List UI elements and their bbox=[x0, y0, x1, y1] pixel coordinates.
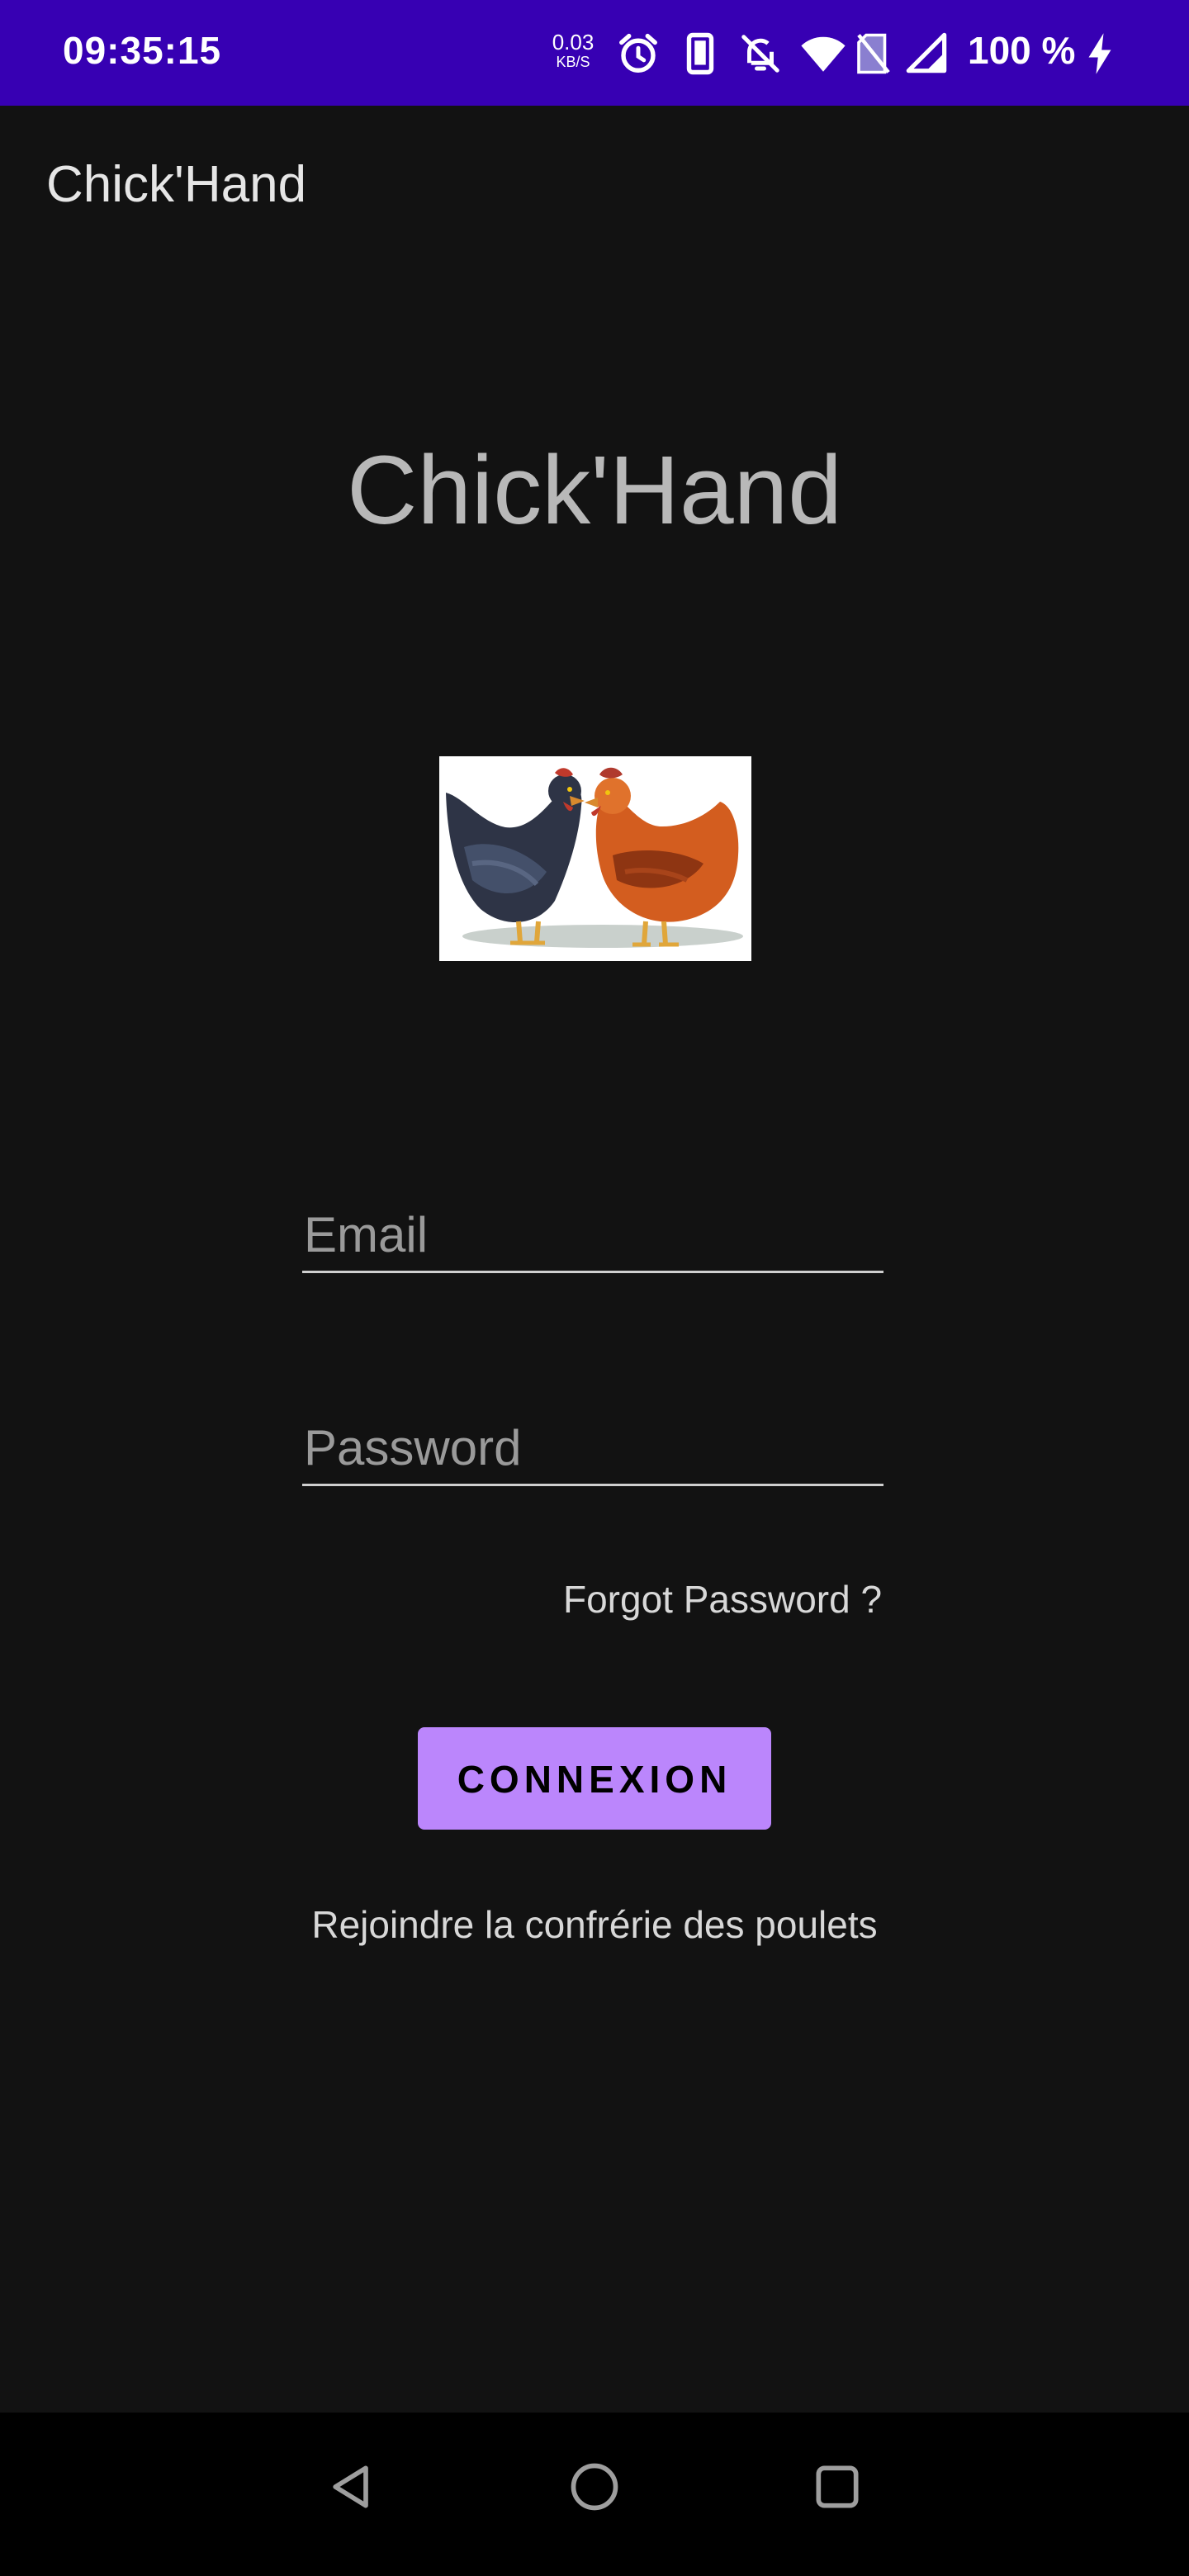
phone-icon bbox=[686, 32, 714, 75]
email-field[interactable] bbox=[302, 1199, 883, 1273]
charging-icon bbox=[1088, 33, 1111, 74]
login-screen: 09:35:15 0.03 KB/S 100 % Chick'Hand Chic… bbox=[0, 0, 1189, 2576]
home-icon[interactable] bbox=[566, 2459, 623, 2515]
join-link[interactable]: Rejoindre la confrérie des poulets bbox=[0, 1902, 1189, 1947]
app-bar-title: Chick'Hand bbox=[46, 156, 307, 213]
network-speed-value: 0.03 bbox=[552, 30, 594, 54]
alarm-icon bbox=[619, 33, 657, 73]
login-button[interactable]: CONNEXION bbox=[418, 1727, 771, 1830]
navigation-bar bbox=[0, 2413, 1189, 2576]
wifi-icon bbox=[801, 36, 846, 72]
chickens-image bbox=[439, 756, 751, 961]
password-field[interactable] bbox=[302, 1412, 883, 1486]
bell-off-icon bbox=[741, 35, 779, 73]
status-bar: 09:35:15 0.03 KB/S 100 % bbox=[0, 0, 1189, 106]
brand-heading: Chick'Hand bbox=[347, 436, 842, 545]
network-speed-unit: KB/S bbox=[556, 54, 590, 70]
network-speed: 0.03 KB/S bbox=[548, 31, 598, 69]
signal-icon bbox=[906, 32, 947, 73]
battery-level: 100 % bbox=[968, 29, 1076, 72]
status-time: 09:35:15 bbox=[63, 29, 222, 72]
recents-icon[interactable] bbox=[809, 2459, 865, 2515]
no-sim-icon bbox=[857, 33, 890, 74]
back-icon[interactable] bbox=[324, 2459, 380, 2515]
forgot-password-link[interactable]: Forgot Password ? bbox=[563, 1577, 882, 1622]
